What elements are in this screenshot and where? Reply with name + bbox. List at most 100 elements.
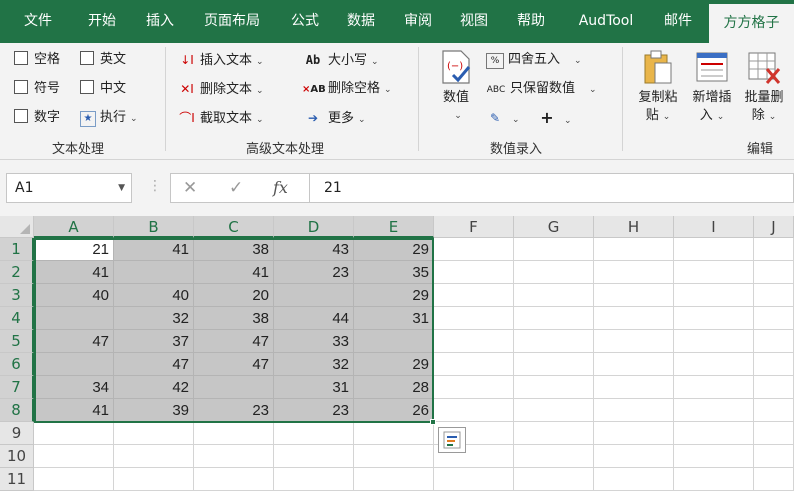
checkbox-box[interactable] xyxy=(14,51,28,65)
cell-j10[interactable] xyxy=(754,445,794,468)
cell-b11[interactable] xyxy=(114,468,194,491)
cell-i4[interactable] xyxy=(674,307,754,330)
keep-numbers-button[interactable]: ABC 只保留数值 ⌄ xyxy=(486,78,597,100)
tab-data[interactable]: 数据 xyxy=(335,0,387,43)
cell-h9[interactable] xyxy=(594,422,674,445)
tab-page-layout[interactable]: 页面布局 xyxy=(192,0,272,43)
cell-a5[interactable]: 47 xyxy=(34,330,114,353)
new-insert-button[interactable]: 新增插 入 ⌄ xyxy=(686,49,738,126)
cell-e3[interactable]: 29 xyxy=(354,284,434,307)
cell-j1[interactable] xyxy=(754,238,794,261)
tab-file[interactable]: 文件 xyxy=(8,0,68,43)
cell-d7[interactable]: 31 xyxy=(274,376,354,399)
cell-b4[interactable]: 32 xyxy=(114,307,194,330)
cell-e7[interactable]: 28 xyxy=(354,376,434,399)
cell-i10[interactable] xyxy=(674,445,754,468)
delete-text-button[interactable]: ✕Ⅰ 删除文本 ⌄ xyxy=(178,78,263,100)
tab-insert[interactable]: 插入 xyxy=(132,0,188,43)
tab-help[interactable]: 帮助 xyxy=(505,0,557,43)
name-box[interactable]: A1 ▼ xyxy=(6,173,132,203)
checkbox-box[interactable] xyxy=(80,80,94,94)
cell-g2[interactable] xyxy=(514,261,594,284)
cell-a7[interactable]: 34 xyxy=(34,376,114,399)
cell-a3[interactable]: 40 xyxy=(34,284,114,307)
cell-h1[interactable] xyxy=(594,238,674,261)
cell-g6[interactable] xyxy=(514,353,594,376)
cell-b10[interactable] xyxy=(114,445,194,468)
cell-e4[interactable]: 31 xyxy=(354,307,434,330)
checkbox-english[interactable]: 英文 xyxy=(80,49,126,71)
select-all-corner[interactable] xyxy=(0,216,34,238)
cell-d9[interactable] xyxy=(274,422,354,445)
cell-i7[interactable] xyxy=(674,376,754,399)
cell-f8[interactable] xyxy=(434,399,514,422)
cell-c5[interactable]: 47 xyxy=(194,330,274,353)
cell-c4[interactable]: 38 xyxy=(194,307,274,330)
tab-home[interactable]: 开始 xyxy=(72,0,132,43)
cell-i9[interactable] xyxy=(674,422,754,445)
cell-j6[interactable] xyxy=(754,353,794,376)
row-header-9[interactable]: 9 xyxy=(0,422,34,445)
column-header-f[interactable]: F xyxy=(434,216,514,238)
cell-g7[interactable] xyxy=(514,376,594,399)
cell-c8[interactable]: 23 xyxy=(194,399,274,422)
cell-a6[interactable] xyxy=(34,353,114,376)
checkbox-symbol[interactable]: 符号 xyxy=(14,78,60,100)
cell-e11[interactable] xyxy=(354,468,434,491)
cell-j11[interactable] xyxy=(754,468,794,491)
cell-f11[interactable] xyxy=(434,468,514,491)
cell-d1[interactable]: 43 xyxy=(274,238,354,261)
cell-j8[interactable] xyxy=(754,399,794,422)
cell-i6[interactable] xyxy=(674,353,754,376)
cell-c10[interactable] xyxy=(194,445,274,468)
insert-function-icon[interactable]: fx xyxy=(273,178,288,197)
column-header-d[interactable]: D xyxy=(274,216,354,238)
tab-view[interactable]: 视图 xyxy=(448,0,500,43)
cell-h2[interactable] xyxy=(594,261,674,284)
cell-e2[interactable]: 35 xyxy=(354,261,434,284)
cell-e8[interactable]: 26 xyxy=(354,399,434,422)
row-header-4[interactable]: 4 xyxy=(0,307,34,330)
column-header-c[interactable]: C xyxy=(194,216,274,238)
cell-j4[interactable] xyxy=(754,307,794,330)
tab-review[interactable]: 审阅 xyxy=(392,0,444,43)
more-button[interactable]: ➔ 更多 ⌄ xyxy=(302,107,366,129)
cell-e6[interactable]: 29 xyxy=(354,353,434,376)
column-header-a[interactable]: A xyxy=(34,216,114,238)
round-button[interactable]: % 四舍五入 ⌄ xyxy=(486,49,582,71)
cell-a8[interactable]: 41 xyxy=(34,399,114,422)
tab-fangfang-gezi[interactable]: 方方格子 xyxy=(709,4,794,43)
column-header-b[interactable]: B xyxy=(114,216,194,238)
cell-i8[interactable] xyxy=(674,399,754,422)
cell-a11[interactable] xyxy=(34,468,114,491)
cell-d8[interactable]: 23 xyxy=(274,399,354,422)
column-header-h[interactable]: H xyxy=(594,216,674,238)
checkbox-space[interactable]: 空格 xyxy=(14,49,60,71)
checkbox-chinese[interactable]: 中文 xyxy=(80,78,126,100)
cell-j7[interactable] xyxy=(754,376,794,399)
cell-c9[interactable] xyxy=(194,422,274,445)
cell-g5[interactable] xyxy=(514,330,594,353)
cell-h3[interactable] xyxy=(594,284,674,307)
cell-b1[interactable]: 41 xyxy=(114,238,194,261)
cell-h8[interactable] xyxy=(594,399,674,422)
cell-c3[interactable]: 20 xyxy=(194,284,274,307)
cell-i1[interactable] xyxy=(674,238,754,261)
row-header-3[interactable]: 3 xyxy=(0,284,34,307)
cell-j5[interactable] xyxy=(754,330,794,353)
chevron-down-icon[interactable]: ▼ xyxy=(118,174,125,202)
cell-g10[interactable] xyxy=(514,445,594,468)
checkbox-box[interactable] xyxy=(80,51,94,65)
cell-a2[interactable]: 41 xyxy=(34,261,114,284)
edit-numbers-button[interactable]: ✎ ⌄ xyxy=(486,107,520,129)
cell-c6[interactable]: 47 xyxy=(194,353,274,376)
checkbox-box[interactable] xyxy=(14,109,28,123)
cell-c7[interactable] xyxy=(194,376,274,399)
fill-handle[interactable] xyxy=(430,419,436,425)
number-big-button[interactable]: (−) 数值 ⌄ xyxy=(434,49,478,125)
cell-c1[interactable]: 38 xyxy=(194,238,274,261)
cell-f1[interactable] xyxy=(434,238,514,261)
row-header-7[interactable]: 7 xyxy=(0,376,34,399)
cell-e1[interactable]: 29 xyxy=(354,238,434,261)
cell-h10[interactable] xyxy=(594,445,674,468)
